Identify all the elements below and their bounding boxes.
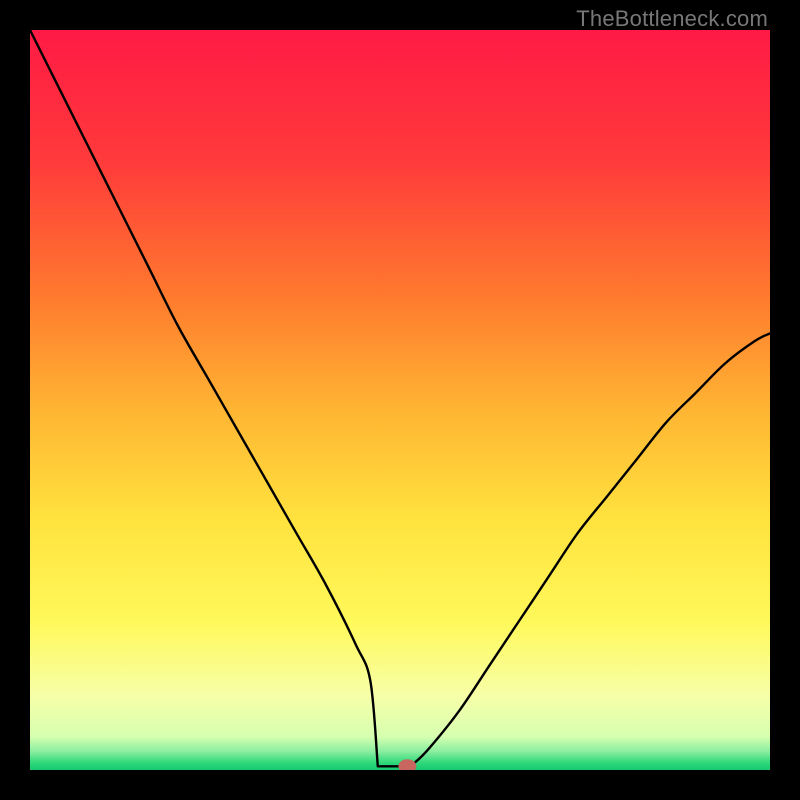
gradient-background [30,30,770,770]
plot-area [30,30,770,770]
chart-frame: TheBottleneck.com [0,0,800,800]
chart-svg [30,30,770,770]
attribution-watermark: TheBottleneck.com [576,6,768,32]
